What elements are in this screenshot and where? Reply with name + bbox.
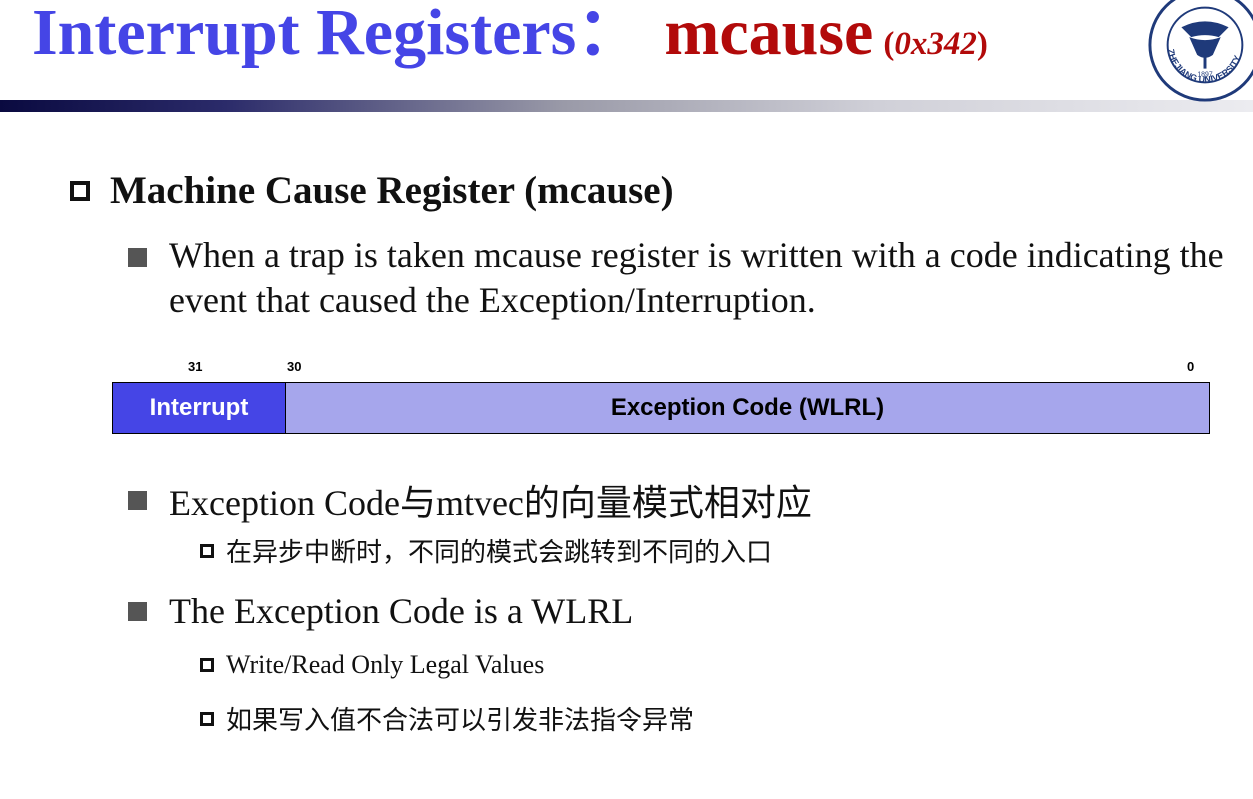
university-logo: ZHEJIANG UNIVERSITY 1897 [1148,0,1253,102]
subpoint-async-interrupt: 在异步中断时，不同的模式会跳转到不同的入口 [200,532,772,569]
subpoint-illegal-instruction: 如果写入值不合法可以引发非法指令异常 [200,700,694,737]
point-exception-code-mtvec: Exception Code与mtvec的向量模式相对应 [128,474,812,526]
small-square-bullet-icon [200,658,214,672]
heading-text: Machine Cause Register (mcause) [110,169,674,212]
hollow-square-bullet-icon [70,180,90,201]
title-address: (0x342) [883,26,988,62]
bit-label-31: 31 [188,359,203,374]
title-divider [0,100,1253,112]
exception-code-field: Exception Code (WLRL) [286,383,1209,433]
subpoint-text: Write/Read Only Legal Values [226,650,545,679]
filled-square-bullet-icon [128,248,147,267]
title-main: Interrupt Registers： [32,0,643,69]
filled-square-bullet-icon [128,601,147,621]
small-square-bullet-icon [200,543,214,558]
title-register: mcause [664,0,874,69]
small-square-bullet-icon [200,711,214,726]
subpoint-legal-values: Write/Read Only Legal Values [200,650,544,680]
subpoint-text: 在异步中断时，不同的模式会跳转到不同的入口 [226,538,773,567]
logo-year: 1897 [1197,71,1212,78]
filled-square-bullet-icon [128,490,147,510]
point-text: The Exception Code is a WLRL [169,591,634,631]
slide-title: Interrupt Registers： mcause (0x342) [32,0,988,66]
interrupt-field: Interrupt [113,383,286,433]
mcause-register-diagram: Interrupt Exception Code (WLRL) [112,382,1210,434]
description-text: When a trap is taken mcause register is … [169,235,1224,320]
point-text: Exception Code与mtvec的向量模式相对应 [169,483,812,523]
description-bullet: When a trap is taken mcause register is … [128,233,1228,323]
bit-label-0: 0 [1187,359,1195,374]
heading-bullet: Machine Cause Register (mcause) [70,168,674,213]
subpoint-text: 如果写入值不合法可以引发非法指令异常 [226,706,695,735]
point-wlrl: The Exception Code is a WLRL [128,590,633,632]
bit-label-30: 30 [287,359,302,374]
